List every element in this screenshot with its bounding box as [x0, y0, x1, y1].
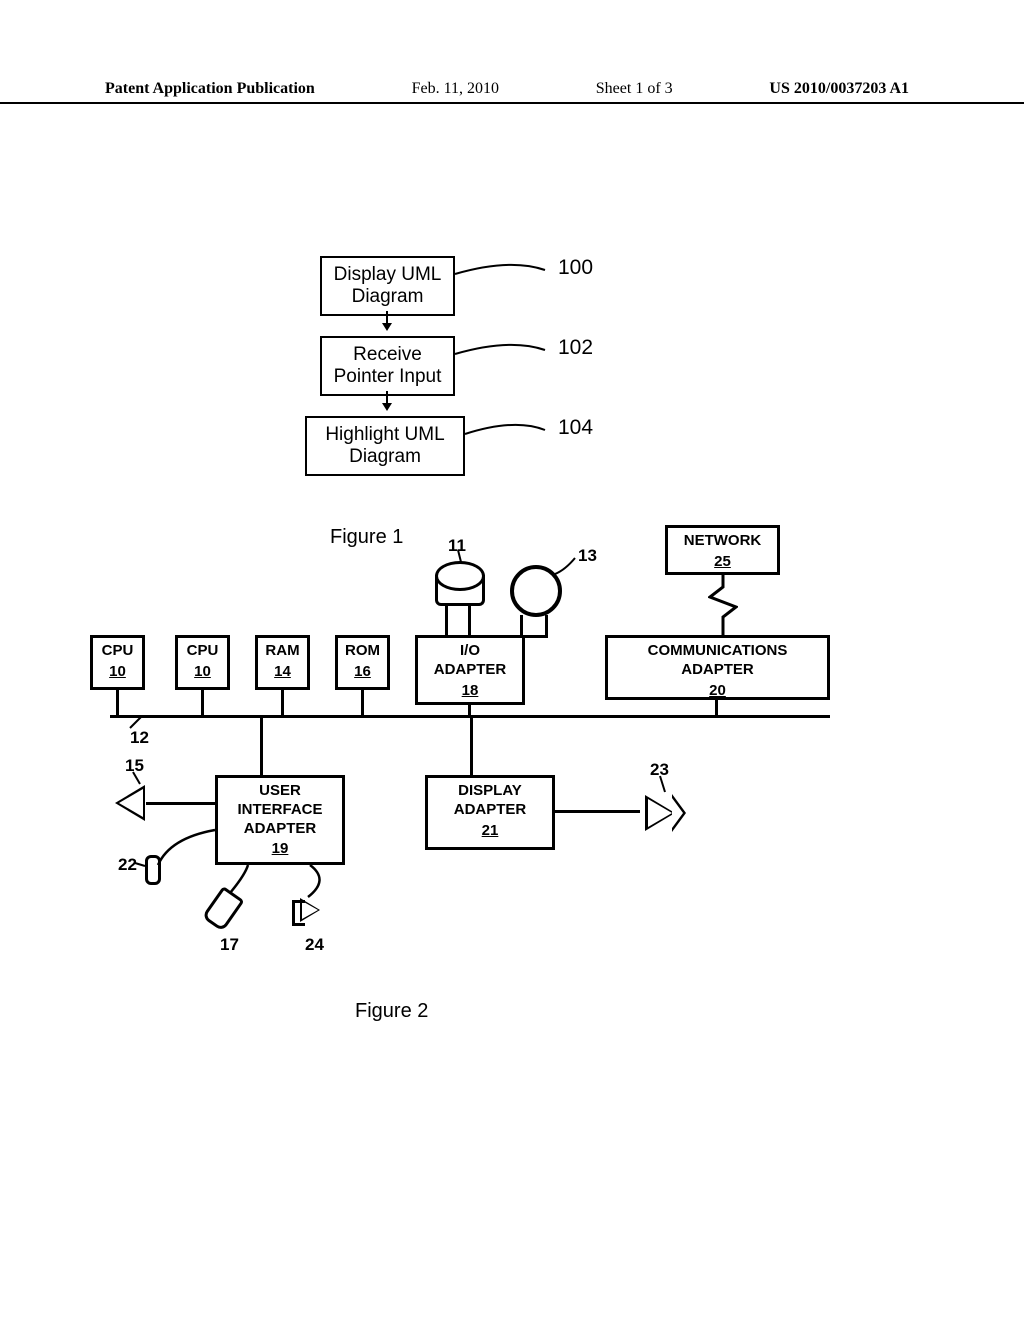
block-network-label: NETWORK [670, 532, 775, 551]
block-cpu1-num: 10 [95, 663, 140, 682]
block-ui-num: 19 [220, 840, 340, 859]
callout-13 [555, 558, 580, 576]
block-ram: RAM 14 [255, 635, 310, 690]
block-comm: COMMUNICATIONS ADAPTER 20 [605, 635, 830, 700]
storage-icon [435, 575, 485, 606]
block-io-label: I/O ADAPTER [420, 642, 520, 680]
callout-22 [135, 860, 147, 870]
sheet-num: Sheet 1 of 3 [596, 80, 673, 98]
ref-104: 104 [558, 416, 593, 440]
block-ui-label: USER INTERFACE ADAPTER [220, 782, 340, 838]
arrow-1 [386, 311, 388, 329]
block-rom-num: 16 [340, 663, 385, 682]
page-header: Patent Application Publication Feb. 11, … [0, 80, 1024, 104]
monitor-icon [645, 795, 675, 831]
pub-number: US 2010/0037203 A1 [769, 80, 909, 98]
figure-1: Display UML Diagram 100 Receive Pointer … [320, 256, 680, 536]
block-disp-label: DISPLAY ADAPTER [430, 782, 550, 820]
block-rom: ROM 16 [335, 635, 390, 690]
block-rom-label: ROM [340, 642, 385, 661]
block-network: NETWORK 25 [665, 525, 780, 575]
pub-label: Patent Application Publication [105, 80, 315, 98]
ref-17: 17 [220, 935, 239, 955]
ref-12: 12 [130, 728, 149, 748]
arrow-2 [386, 391, 388, 409]
flow-step-102-label: Receive Pointer Input [334, 344, 442, 387]
callout-102 [455, 346, 550, 371]
ref-102: 102 [558, 336, 593, 360]
block-display-adapter: DISPLAY ADAPTER 21 [425, 775, 555, 850]
block-io: I/O ADAPTER 18 [415, 635, 525, 705]
figure-2-caption: Figure 2 [355, 1000, 428, 1023]
keyboard-icon [115, 785, 145, 821]
callout-11 [455, 550, 465, 564]
block-disp-num: 21 [430, 822, 550, 841]
ref-100: 100 [558, 256, 593, 280]
block-cpu1: CPU 10 [90, 635, 145, 690]
block-cpu2: CPU 10 [175, 635, 230, 690]
block-io-num: 18 [420, 682, 520, 701]
block-network-num: 25 [670, 553, 775, 572]
block-cpu1-label: CPU [95, 642, 140, 661]
ref-24: 24 [305, 935, 324, 955]
callout-100 [455, 266, 550, 291]
block-ram-num: 14 [260, 663, 305, 682]
block-ui-adapter: USER INTERFACE ADAPTER 19 [215, 775, 345, 865]
callout-12 [130, 716, 145, 730]
wire-22 [158, 830, 218, 870]
flow-step-102: Receive Pointer Input [320, 336, 455, 396]
block-comm-num: 20 [610, 682, 825, 701]
block-cpu2-num: 10 [180, 663, 225, 682]
flow-step-100-label: Display UML Diagram [334, 264, 442, 307]
wire-17 [230, 865, 260, 895]
block-ram-label: RAM [260, 642, 305, 661]
pub-date: Feb. 11, 2010 [412, 80, 499, 98]
block-cpu2-label: CPU [180, 642, 225, 661]
figure-2: CPU 10 CPU 10 RAM 14 ROM 16 I/O ADAPTER … [90, 520, 850, 970]
flow-step-100: Display UML Diagram [320, 256, 455, 316]
callout-23 [657, 776, 672, 794]
flow-step-104-label: Highlight UML Diagram [325, 424, 444, 467]
network-zigzag-icon [708, 575, 738, 635]
flow-step-104: Highlight UML Diagram [305, 416, 465, 476]
ref-13: 13 [578, 546, 597, 566]
callout-15 [130, 772, 145, 786]
block-comm-label: COMMUNICATIONS ADAPTER [610, 642, 825, 680]
callout-104 [465, 426, 550, 451]
wire-24 [300, 865, 340, 900]
